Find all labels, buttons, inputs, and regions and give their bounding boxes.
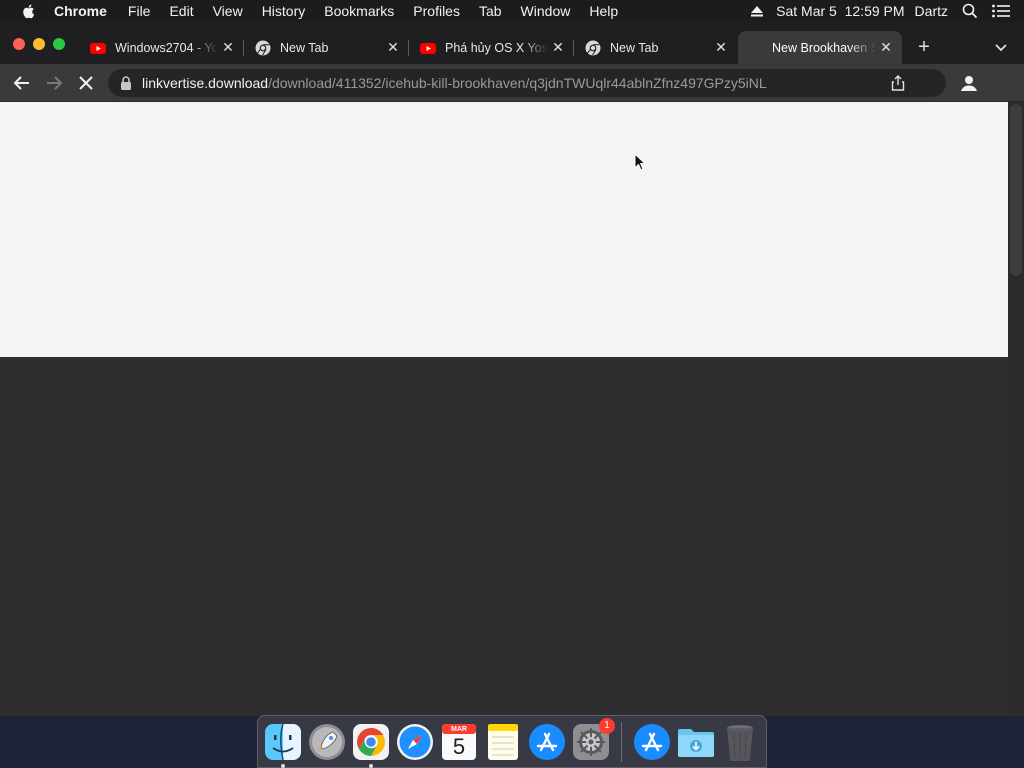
address-host: linkvertise.download: [142, 75, 269, 91]
tab-new-brookhaven-active[interactable]: New Brookhaven Script ✕: [738, 31, 902, 64]
google-chrome-icon: [353, 723, 389, 760]
browser-toolbar: linkvertise.download/download/411352/ice…: [0, 64, 1024, 102]
status-area: Sat Mar 5 12:59 PM Dartz: [750, 0, 1024, 22]
menu-window[interactable]: Window: [521, 0, 571, 22]
tab-title: Phá hủy OS X Yosemite: [445, 40, 548, 55]
page-content-loading: [0, 102, 1008, 357]
running-indicator: [281, 763, 285, 768]
tab-title: New Tab: [610, 40, 659, 55]
dock-system-preferences[interactable]: 1: [571, 717, 615, 762]
browser-window: Windows2704 - YouTube ✕ New Tab ✕ Phá hủ…: [0, 22, 1024, 716]
tab-close-icon[interactable]: ✕: [711, 39, 731, 56]
share-icon[interactable]: [890, 75, 906, 91]
forward-arrow-icon[interactable]: [44, 73, 64, 93]
tab-separator: [408, 40, 409, 56]
downloads-folder-icon: [678, 728, 714, 757]
menu-bar: Chrome File Edit View History Bookmarks …: [0, 0, 1024, 22]
close-window-button[interactable]: [13, 38, 25, 50]
menu-edit[interactable]: Edit: [169, 0, 193, 22]
dock-safari[interactable]: [395, 722, 435, 762]
tab-title: New Brookhaven Script: [772, 40, 876, 55]
chrome-icon: [585, 40, 601, 55]
running-indicator: [369, 763, 373, 768]
finder-icon: [265, 723, 301, 760]
dock-launchpad[interactable]: [307, 722, 347, 762]
menu-profiles[interactable]: Profiles: [413, 0, 460, 22]
safari-compass-icon: [397, 723, 433, 760]
minimize-window-button[interactable]: [33, 38, 45, 50]
dock: MAR 5 1: [257, 715, 767, 768]
notes-icon: [488, 723, 518, 760]
scrollbar-thumb[interactable]: [1010, 104, 1022, 276]
address-bar[interactable]: linkvertise.download/download/411352/ice…: [108, 69, 946, 97]
new-tab-button[interactable]: +: [912, 36, 936, 60]
app-store-icon: [634, 723, 670, 760]
trash-icon: [727, 724, 753, 761]
lock-icon[interactable]: [120, 76, 132, 90]
stop-loading-icon[interactable]: [76, 73, 96, 93]
menu-tab[interactable]: Tab: [479, 0, 502, 22]
eject-icon[interactable]: [750, 4, 764, 18]
dock-calendar[interactable]: MAR 5: [439, 722, 479, 762]
tab-youtube-windows2704[interactable]: Windows2704 - YouTube ✕: [82, 31, 244, 64]
notification-badge: 1: [599, 717, 615, 734]
tab-separator: [243, 40, 244, 56]
tab-youtube-os-x-yosemite[interactable]: Phá hủy OS X Yosemite ✕: [412, 31, 574, 64]
dock-app-store-download[interactable]: [632, 722, 672, 762]
profile-avatar-icon[interactable]: [958, 72, 980, 94]
tab-title: Windows2704 - YouTube: [115, 40, 218, 55]
dock-finder[interactable]: [263, 722, 303, 768]
tab-close-icon[interactable]: ✕: [218, 39, 238, 56]
app-store-icon: [529, 723, 565, 760]
menubar-user[interactable]: Dartz: [915, 3, 948, 19]
dock-downloads-folder[interactable]: [676, 722, 716, 762]
dock-notes[interactable]: [483, 722, 523, 762]
menu-history[interactable]: History: [262, 0, 306, 22]
tab-separator: [573, 40, 574, 56]
back-arrow-icon[interactable]: [12, 73, 32, 93]
dock-separator: [621, 721, 622, 762]
calendar-day-label: 5: [452, 733, 466, 759]
apple-logo-icon[interactable]: [20, 2, 38, 20]
tab-title: New Tab: [280, 40, 329, 55]
tab-close-icon[interactable]: ✕: [383, 39, 403, 56]
dock-google-chrome[interactable]: [351, 722, 391, 768]
menu-view[interactable]: View: [213, 0, 243, 22]
youtube-icon: [420, 42, 436, 54]
menu-app-name[interactable]: Chrome: [54, 0, 107, 22]
dock-trash[interactable]: [720, 722, 760, 762]
dock-app-store[interactable]: [527, 722, 567, 762]
tab-search-chevron-icon[interactable]: [993, 39, 1009, 55]
tab-close-icon[interactable]: ✕: [548, 39, 568, 56]
menubar-clock[interactable]: Sat Mar 5 12:59 PM: [776, 3, 904, 19]
page-scrollbar[interactable]: [1008, 102, 1024, 716]
youtube-icon: [90, 42, 106, 54]
tab-close-icon[interactable]: ✕: [876, 39, 896, 56]
address-url[interactable]: linkvertise.download/download/411352/ice…: [142, 75, 767, 91]
menu-bookmarks[interactable]: Bookmarks: [324, 0, 394, 22]
chrome-icon: [255, 40, 271, 55]
launchpad-rocket-icon: [309, 723, 345, 760]
mouse-cursor-icon: [634, 153, 646, 171]
tab-new-tab-2[interactable]: New Tab ✕: [577, 31, 737, 64]
spotlight-search-icon[interactable]: [962, 3, 978, 19]
tab-strip: Windows2704 - YouTube ✕ New Tab ✕ Phá hủ…: [0, 22, 1024, 64]
maximize-window-button[interactable]: [53, 38, 65, 50]
tab-new-tab[interactable]: New Tab ✕: [247, 31, 409, 64]
address-path: /download/411352/icehub-kill-brookhaven/…: [268, 75, 767, 91]
notification-center-icon[interactable]: [992, 4, 1010, 18]
menu-file[interactable]: File: [128, 0, 151, 22]
calendar-month-label: MAR: [451, 725, 467, 733]
menu-help[interactable]: Help: [589, 0, 618, 22]
